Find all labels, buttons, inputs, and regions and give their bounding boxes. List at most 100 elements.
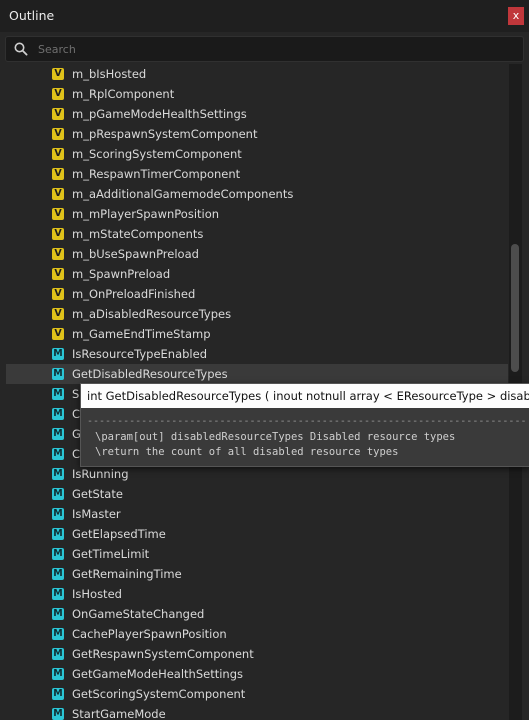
variable-item[interactable]: Vm_SpawnPreload bbox=[6, 264, 508, 284]
outline-window: Outline x Vm_bIsHostedVm_RplComponentVm_… bbox=[0, 0, 529, 720]
item-label: C bbox=[72, 407, 81, 421]
method-item[interactable]: M GetRespawnSystemComponent bbox=[6, 644, 508, 664]
item-label: OnGameStateChanged bbox=[72, 607, 205, 621]
method-item[interactable]: M CachePlayerSpawnPosition bbox=[6, 624, 508, 644]
item-label: C bbox=[72, 447, 81, 461]
close-button[interactable]: x bbox=[508, 7, 524, 25]
method-icon: M bbox=[52, 448, 64, 460]
variable-item[interactable]: Vm_mPlayerSpawnPosition bbox=[6, 204, 508, 224]
method-icon: M bbox=[52, 688, 64, 700]
item-label: m_GameEndTimeStamp bbox=[72, 327, 211, 341]
title-bar: Outline x bbox=[0, 0, 529, 32]
search-bar bbox=[5, 36, 524, 62]
item-label: GetElapsedTime bbox=[72, 527, 166, 541]
method-icon: M bbox=[52, 628, 64, 640]
signature-tooltip: int GetDisabledResourceTypes ( inout not… bbox=[80, 383, 529, 467]
variable-icon: V bbox=[52, 288, 64, 300]
method-icon: M bbox=[52, 528, 64, 540]
variable-item[interactable]: Vm_bUseSpawnPreload bbox=[6, 244, 508, 264]
item-label: GetRemainingTime bbox=[72, 567, 182, 581]
method-icon: M bbox=[52, 368, 64, 380]
search-icon bbox=[14, 42, 28, 56]
method-icon: M bbox=[52, 668, 64, 680]
search-input[interactable] bbox=[38, 39, 508, 59]
item-label: m_ScoringSystemComponent bbox=[72, 147, 242, 161]
method-item[interactable]: M GetTimeLimit bbox=[6, 544, 508, 564]
item-label: IsHosted bbox=[72, 587, 122, 601]
item-label: m_RespawnTimerComponent bbox=[72, 167, 241, 181]
item-label: m_aDisabledResourceTypes bbox=[72, 307, 232, 321]
item-label: S bbox=[72, 387, 80, 401]
method-item[interactable]: M IsMaster bbox=[6, 504, 508, 524]
item-label: GetState bbox=[72, 487, 123, 501]
window-title: Outline bbox=[9, 8, 55, 23]
method-item[interactable]: M IsRunning bbox=[6, 464, 508, 484]
item-label: m_mPlayerSpawnPosition bbox=[72, 207, 220, 221]
item-label: m_SpawnPreload bbox=[72, 267, 171, 281]
method-icon: M bbox=[52, 468, 64, 480]
scrollbar-thumb[interactable] bbox=[511, 244, 519, 372]
item-label: IsMaster bbox=[72, 507, 121, 521]
method-icon: M bbox=[52, 648, 64, 660]
item-label: GetScoringSystemComponent bbox=[72, 687, 246, 701]
method-item[interactable]: M IsResourceTypeEnabled bbox=[6, 344, 508, 364]
item-label: m_pRespawnSystemComponent bbox=[72, 127, 258, 141]
variable-item[interactable]: Vm_bIsHosted bbox=[6, 64, 508, 84]
method-item[interactable]: M GetState bbox=[6, 484, 508, 504]
item-label: IsRunning bbox=[72, 467, 129, 481]
method-item[interactable]: M OnGameStateChanged bbox=[6, 604, 508, 624]
variable-item[interactable]: Vm_ScoringSystemComponent bbox=[6, 144, 508, 164]
variable-icon: V bbox=[52, 248, 64, 260]
variable-item[interactable]: Vm_GameEndTimeStamp bbox=[6, 324, 508, 344]
method-item[interactable]: M IsHosted bbox=[6, 584, 508, 604]
item-label: StartGameMode bbox=[72, 707, 166, 720]
item-label: GetRespawnSystemComponent bbox=[72, 647, 254, 661]
variable-item[interactable]: Vm_aDisabledResourceTypes bbox=[6, 304, 508, 324]
variable-icon: V bbox=[52, 268, 64, 280]
tooltip-signature: int GetDisabledResourceTypes ( inout not… bbox=[81, 384, 529, 408]
variable-item[interactable]: Vm_mStateComponents bbox=[6, 224, 508, 244]
method-icon: M bbox=[52, 588, 64, 600]
variable-icon: V bbox=[52, 168, 64, 180]
variable-icon: V bbox=[52, 328, 64, 340]
variable-icon: V bbox=[52, 208, 64, 220]
variable-item[interactable]: Vm_RplComponent bbox=[6, 84, 508, 104]
tooltip-return-line: \return the count of all disabled resour… bbox=[95, 446, 399, 458]
item-label: m_OnPreloadFinished bbox=[72, 287, 196, 301]
method-icon: M bbox=[52, 388, 64, 400]
item-label: m_RplComponent bbox=[72, 87, 175, 101]
item-label: GetDisabledResourceTypes bbox=[72, 367, 228, 381]
variable-icon: V bbox=[52, 88, 64, 100]
item-label: CachePlayerSpawnPosition bbox=[72, 627, 227, 641]
item-label: m_pGameModeHealthSettings bbox=[72, 107, 247, 121]
item-label: m_bIsHosted bbox=[72, 67, 147, 81]
method-item[interactable]: M GetElapsedTime bbox=[6, 524, 508, 544]
method-icon: M bbox=[52, 608, 64, 620]
variable-item[interactable]: Vm_aAdditionalGamemodeComponents bbox=[6, 184, 508, 204]
method-item[interactable]: M GetDisabledResourceTypes bbox=[6, 364, 508, 384]
variable-icon: V bbox=[52, 68, 64, 80]
method-item[interactable]: M GetRemainingTime bbox=[6, 564, 508, 584]
variable-icon: V bbox=[52, 188, 64, 200]
item-label: m_aAdditionalGamemodeComponents bbox=[72, 187, 294, 201]
method-item[interactable]: M GetScoringSystemComponent bbox=[6, 684, 508, 704]
variable-icon: V bbox=[52, 308, 64, 320]
tooltip-separator: ----------------------------------------… bbox=[87, 416, 527, 427]
variable-item[interactable]: Vm_pRespawnSystemComponent bbox=[6, 124, 508, 144]
variable-icon: V bbox=[52, 128, 64, 140]
item-label: GetGameModeHealthSettings bbox=[72, 667, 243, 681]
variable-item[interactable]: Vm_RespawnTimerComponent bbox=[6, 164, 508, 184]
method-item[interactable]: M GetGameModeHealthSettings bbox=[6, 664, 508, 684]
variable-icon: V bbox=[52, 148, 64, 160]
method-icon: M bbox=[52, 488, 64, 500]
item-label: m_mStateComponents bbox=[72, 227, 204, 241]
method-item[interactable]: M StartGameMode bbox=[6, 704, 508, 720]
method-icon: M bbox=[52, 408, 64, 420]
method-icon: M bbox=[52, 348, 64, 360]
variable-item[interactable]: Vm_pGameModeHealthSettings bbox=[6, 104, 508, 124]
method-icon: M bbox=[52, 548, 64, 560]
method-icon: M bbox=[52, 568, 64, 580]
variable-item[interactable]: Vm_OnPreloadFinished bbox=[6, 284, 508, 304]
item-label: GetTimeLimit bbox=[72, 547, 150, 561]
variable-icon: V bbox=[52, 228, 64, 240]
